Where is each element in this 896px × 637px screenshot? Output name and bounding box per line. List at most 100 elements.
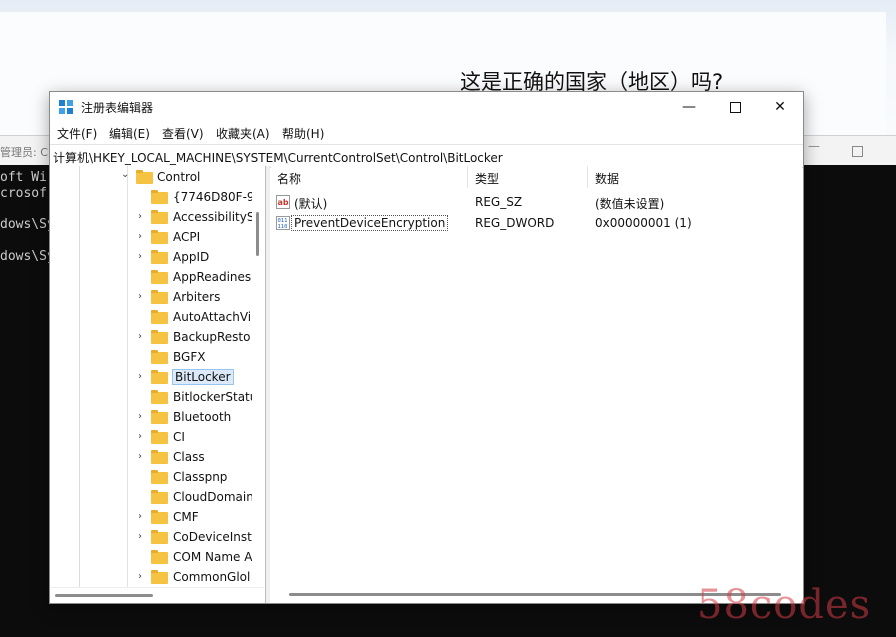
tree-item[interactable]: {7746D80F-97 [50, 188, 262, 208]
tree-item[interactable]: › Class [50, 448, 250, 468]
tree-item[interactable]: › CommonGlol [50, 568, 250, 588]
maximize-button[interactable] [712, 92, 758, 122]
folder-icon [151, 290, 168, 304]
pane-splitter[interactable] [266, 166, 270, 603]
tree-item[interactable]: › ACPI [50, 228, 250, 248]
chevron-right-icon[interactable]: › [138, 371, 148, 382]
close-button[interactable]: ✕ [757, 92, 803, 122]
value-row[interactable]: 011 110 PreventDeviceEncryption REG_DWOR… [271, 213, 802, 234]
chevron-right-icon[interactable]: › [138, 451, 148, 462]
address-bar[interactable]: 计算机\HKEY_LOCAL_MACHINE\SYSTEM\CurrentCon… [50, 144, 803, 168]
value-data: 0x00000001 (1) [595, 216, 692, 230]
folder-icon [151, 390, 168, 404]
menu-edit[interactable]: 编辑(E) [109, 125, 150, 142]
tree-item-label: AccessibilityS [173, 210, 255, 224]
tree-item[interactable]: › CI [50, 428, 250, 448]
tree-item[interactable]: COM Name A [50, 548, 253, 568]
key-tree-pane[interactable]: ⌄ Control {7746D80F-97 › AccessibilityS › AC… [50, 166, 266, 603]
folder-icon [151, 250, 168, 264]
tree-item-label: ACPI [173, 230, 201, 244]
folder-icon [151, 370, 168, 384]
tree-item-label: Classpnp [173, 470, 228, 484]
tree-item[interactable]: AppReadines [50, 268, 252, 288]
chevron-right-icon[interactable]: › [138, 511, 148, 522]
window-title: 注册表编辑器 [81, 101, 154, 115]
console-line: crosof [0, 186, 47, 201]
tree-item[interactable]: › BitLocker [50, 368, 250, 388]
binary-value-icon: 011 110 [276, 216, 290, 230]
folder-icon [151, 510, 168, 524]
tree-item-control[interactable]: ⌄ Control [50, 168, 250, 188]
scrollbar-thumb[interactable] [55, 594, 153, 597]
column-divider[interactable] [467, 166, 468, 188]
tree-item-label: CoDeviceInst [173, 530, 252, 544]
folder-icon [151, 550, 168, 564]
tree-item-label: CloudDomain [173, 490, 254, 504]
chevron-right-icon[interactable]: › [138, 291, 148, 302]
tree-item[interactable]: › AccessibilityS [50, 208, 254, 228]
svg-text:ab: ab [278, 198, 289, 207]
column-header-name[interactable]: 名称 [277, 170, 301, 187]
menu-favorites[interactable]: 收藏夹(A) [216, 125, 270, 142]
tree-horizontal-scrollbar[interactable] [50, 587, 264, 603]
chevron-down-icon[interactable]: ⌄ [121, 169, 131, 180]
tree-item-label: AppID [173, 250, 210, 264]
string-value-icon: ab [276, 195, 290, 209]
chevron-right-icon[interactable]: › [138, 251, 148, 262]
folder-icon [151, 190, 168, 204]
chevron-right-icon[interactable]: › [138, 571, 148, 582]
tree-item-label: {7746D80F-97 [173, 190, 263, 204]
title-bar[interactable]: 注册表编辑器 — ✕ [50, 92, 803, 122]
console-line: dows\Sy [0, 217, 55, 232]
tree-item[interactable]: › CMF [50, 508, 250, 528]
tree-item[interactable]: › Bluetooth [50, 408, 250, 428]
folder-icon [151, 210, 168, 224]
chevron-right-icon[interactable]: › [138, 231, 148, 242]
minimize-button[interactable]: — [666, 92, 712, 122]
folder-icon [151, 430, 168, 444]
chevron-right-icon[interactable]: › [138, 211, 148, 222]
watermark: 58codes [697, 582, 872, 628]
tree-item[interactable]: BGFX [50, 348, 250, 368]
folder-icon [151, 490, 168, 504]
tree-item-label: COM Name A [173, 550, 253, 564]
folder-icon [151, 530, 168, 544]
tree-item[interactable]: Classpnp [50, 468, 250, 488]
tree-item[interactable]: BitlockerStatu [50, 388, 257, 408]
svg-text:110: 110 [278, 224, 288, 230]
folder-icon [151, 450, 168, 464]
column-divider[interactable] [587, 166, 588, 188]
address-path[interactable]: 计算机\HKEY_LOCAL_MACHINE\SYSTEM\CurrentCon… [53, 149, 503, 166]
chevron-right-icon[interactable]: › [138, 331, 148, 342]
column-header-data[interactable]: 数据 [595, 170, 619, 187]
tree-item[interactable]: AutoAttachVi [50, 308, 252, 328]
chevron-right-icon[interactable]: › [138, 411, 148, 422]
tree-item-label: AppReadines [173, 270, 252, 284]
tree-item-label: CMF [173, 510, 199, 524]
value-row[interactable]: ab (默认) REG_SZ (数值未设置) [271, 192, 802, 213]
menu-help[interactable]: 帮助(H) [282, 125, 324, 142]
folder-icon [151, 410, 168, 424]
tree-item[interactable]: › Arbiters [50, 288, 250, 308]
chevron-right-icon[interactable]: › [138, 531, 148, 542]
tree-item-label: BGFX [173, 350, 206, 364]
chevron-right-icon[interactable]: › [138, 431, 148, 442]
scrollbar-thumb[interactable] [256, 212, 259, 256]
tree-item[interactable]: CloudDomain [50, 488, 254, 508]
menu-file[interactable]: 文件(F) [57, 125, 97, 142]
folder-icon [151, 310, 168, 324]
tree-item[interactable]: › AppID [50, 248, 250, 268]
tree-vertical-scrollbar[interactable] [252, 166, 264, 587]
folder-icon [151, 330, 168, 344]
regedit-icon [59, 100, 73, 114]
console-maximize-button[interactable] [852, 146, 863, 157]
values-list-pane[interactable]: 名称 类型 数据 ab (默认) REG_SZ (数值未设置) 011 110 … [271, 166, 802, 603]
column-header-type[interactable]: 类型 [475, 170, 499, 187]
tree-item[interactable]: › CoDeviceInst [50, 528, 252, 548]
minimize-icon: — [682, 99, 696, 115]
menu-view[interactable]: 查看(V) [162, 125, 204, 142]
registry-editor-window: 注册表编辑器 — ✕ 文件(F) 编辑(E) 查看(V) 收藏夹(A) 帮助(H… [49, 91, 804, 604]
tree-item-label: AutoAttachVi [173, 310, 252, 324]
tree-item[interactable]: › BackupResto [50, 328, 250, 348]
console-minimize-button[interactable]: — [808, 139, 820, 153]
